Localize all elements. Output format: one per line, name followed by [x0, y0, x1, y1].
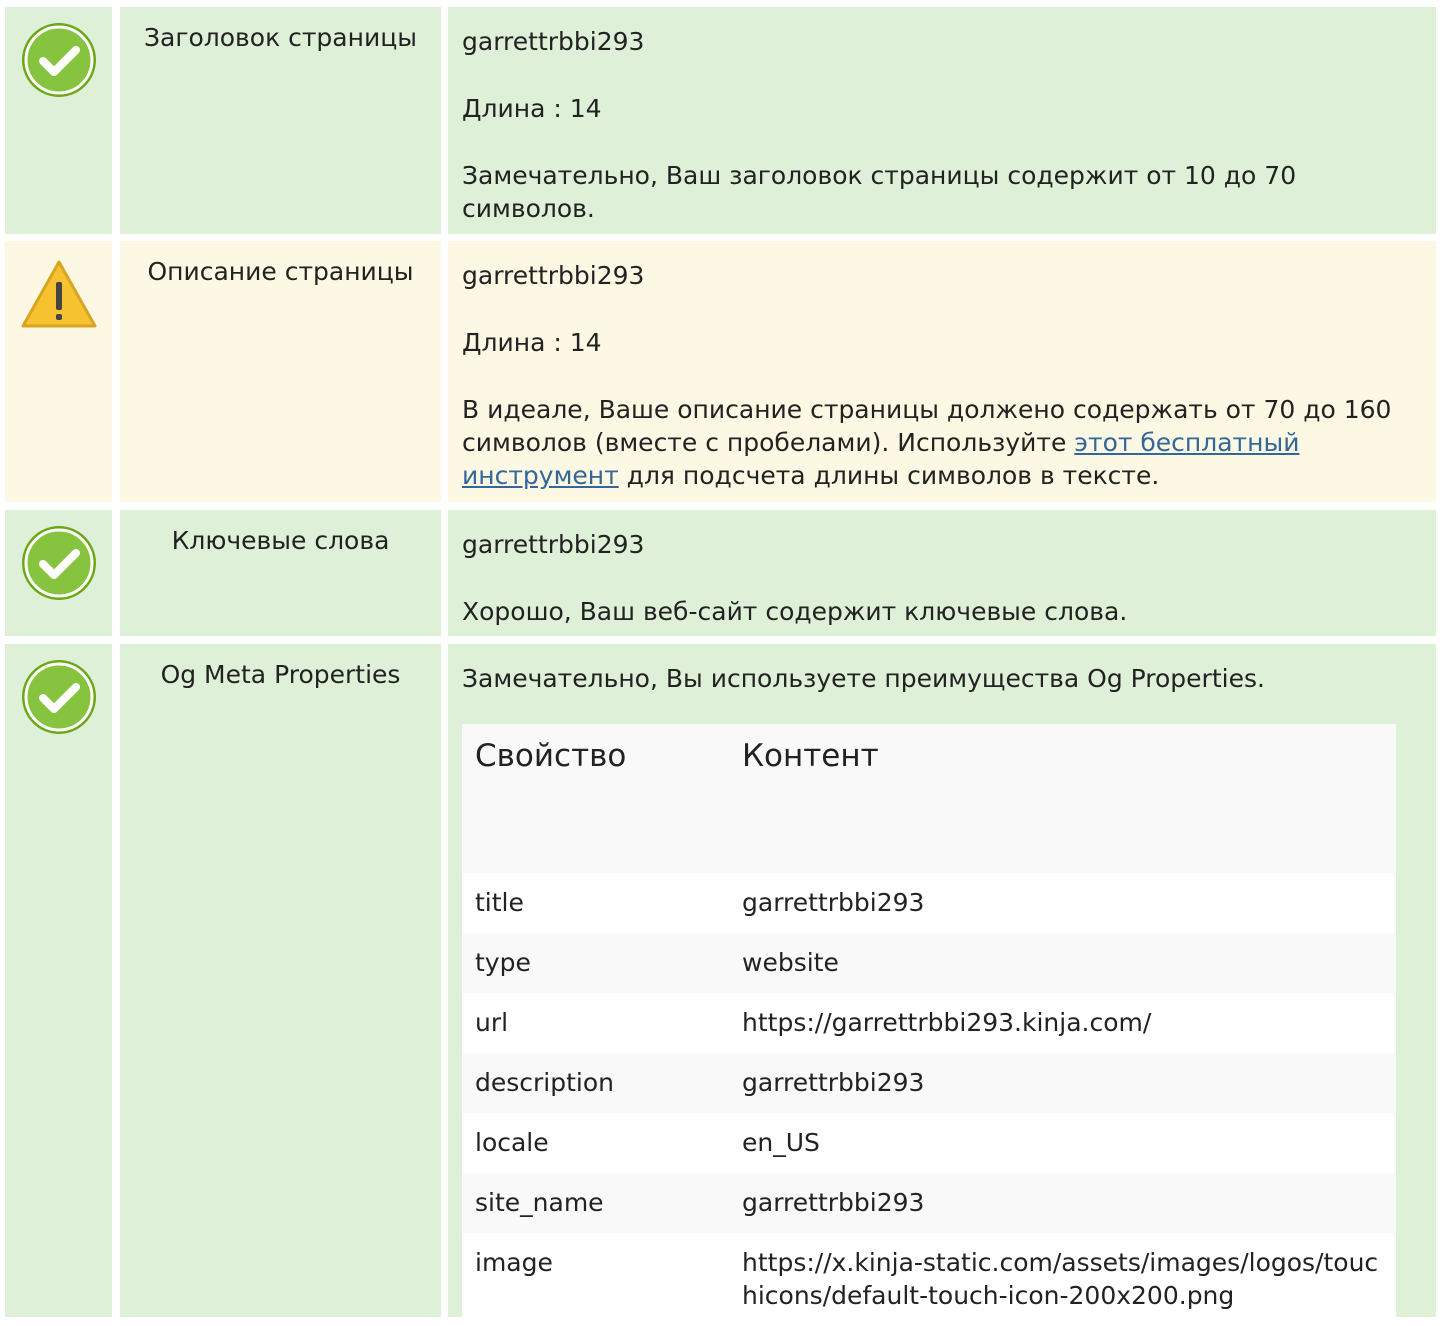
content-cell: garrettrbbi293	[742, 888, 925, 917]
title-message: Замечательно, Ваш заголовок страницы сод…	[462, 161, 1297, 223]
row-og-properties: Og Meta Properties Замечательно, Вы испо…	[0, 644, 1445, 1326]
title-value: garrettrbbi293	[462, 27, 645, 56]
property-cell: url	[475, 1008, 509, 1037]
property-cell: description	[475, 1068, 615, 1097]
column-header-property: Свойство	[475, 738, 627, 774]
content-cell: garrettrbbi293	[742, 1068, 925, 1097]
table-row: image https://x.kinja-static.com/assets/…	[462, 1233, 1396, 1326]
row-label: Og Meta Properties	[120, 644, 441, 1317]
property-cell: site_name	[475, 1188, 604, 1217]
content-cell: en_US	[742, 1128, 820, 1157]
content-cell: https://garrettrbbi293.kinja.com/	[742, 1008, 1152, 1037]
status-cell	[5, 644, 112, 1317]
table-row: url https://garrettrbbi293.kinja.com/	[462, 993, 1396, 1053]
description-value: garrettrbbi293	[462, 261, 645, 290]
row-label: Описание страницы	[120, 241, 441, 502]
row-content: garrettrbbi293 Длина : 14 В идеале, Ваше…	[448, 241, 1436, 502]
row-content: garrettrbbi293 Длина : 14 Замечательно, …	[448, 7, 1436, 234]
check-icon	[22, 526, 96, 600]
property-cell: locale	[475, 1128, 549, 1157]
row-page-description: Описание страницы garrettrbbi293 Длина :…	[0, 241, 1445, 502]
row-label: Ключевые слова	[120, 510, 441, 636]
row-page-title: Заголовок страницы garrettrbbi293 Длина …	[0, 7, 1445, 234]
table-row: description garrettrbbi293	[462, 1053, 1396, 1113]
table-row: type website	[462, 933, 1396, 993]
description-length: Длина : 14	[462, 328, 602, 357]
row-content: Замечательно, Вы используете преимуществ…	[448, 644, 1436, 1326]
row-content: garrettrbbi293 Хорошо, Ваш веб-сайт соде…	[448, 510, 1436, 636]
message-text: для подсчета длины символов в тексте.	[618, 461, 1160, 490]
property-cell: title	[475, 888, 524, 917]
description-message: В идеале, Ваше описание страницы должено…	[462, 393, 1422, 492]
og-properties-table: Свойство Контент title garrettrbbi293 ty…	[462, 724, 1396, 1326]
table-row: site_name garrettrbbi293	[462, 1173, 1396, 1233]
check-icon	[22, 23, 96, 97]
og-message: Замечательно, Вы используете преимуществ…	[462, 664, 1265, 693]
status-cell	[5, 7, 112, 234]
table-row: locale en_US	[462, 1113, 1396, 1173]
property-cell: type	[475, 948, 531, 977]
keywords-value: garrettrbbi293	[462, 530, 645, 559]
status-cell	[5, 241, 112, 502]
status-cell	[5, 510, 112, 636]
content-cell: garrettrbbi293	[742, 1188, 925, 1217]
title-length: Длина : 14	[462, 94, 602, 123]
check-icon	[22, 660, 96, 734]
row-keywords: Ключевые слова garrettrbbi293 Хорошо, Ва…	[0, 510, 1445, 636]
keywords-message: Хорошо, Ваш веб-сайт содержит ключевые с…	[462, 597, 1128, 626]
table-header-row: Свойство Контент	[462, 724, 1396, 873]
warning-icon	[21, 260, 97, 328]
column-header-content: Контент	[742, 738, 879, 774]
table-row: title garrettrbbi293	[462, 873, 1396, 933]
row-label: Заголовок страницы	[120, 7, 441, 234]
content-cell: website	[742, 948, 839, 977]
property-cell: image	[475, 1248, 553, 1277]
content-cell: https://x.kinja-static.com/assets/images…	[742, 1248, 1379, 1310]
